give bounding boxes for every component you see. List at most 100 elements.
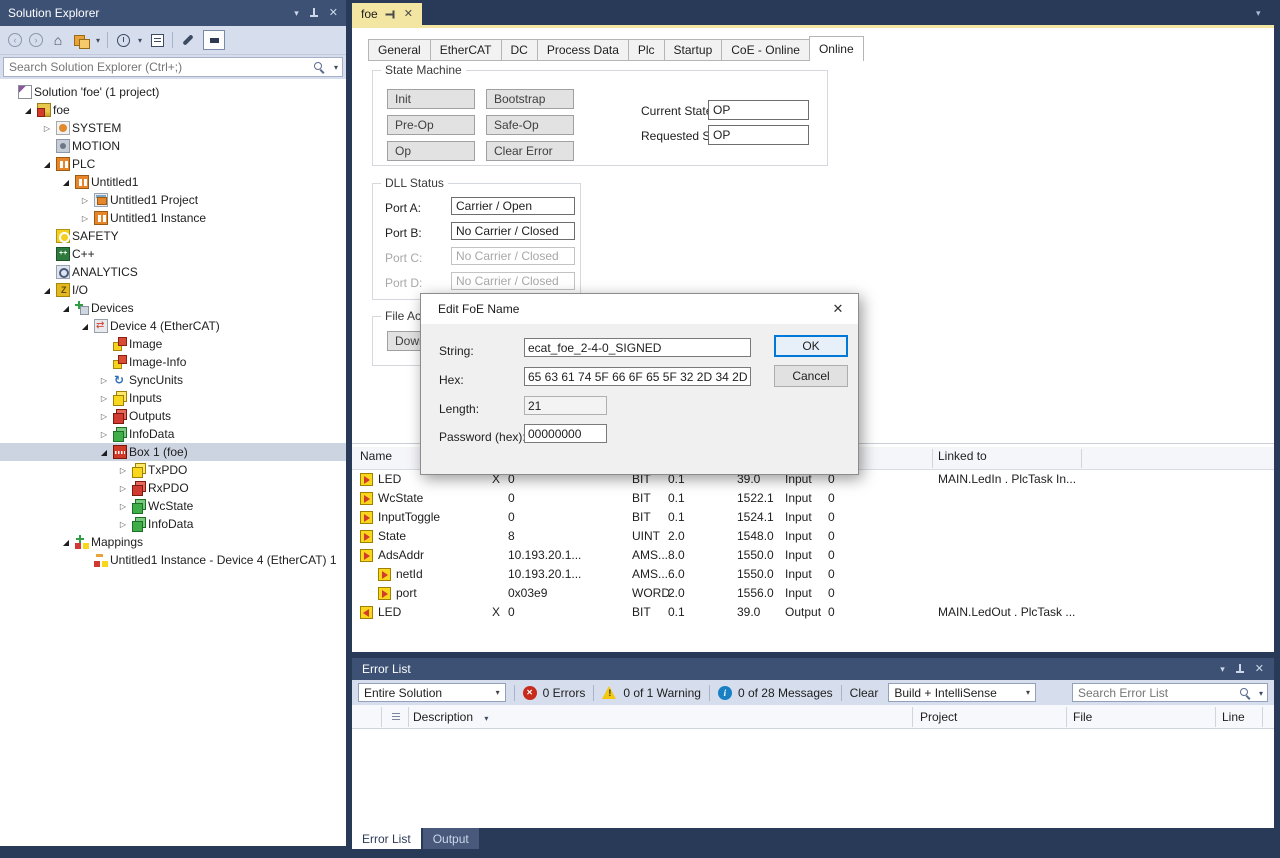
expander-icon[interactable]: ▷ (97, 430, 111, 439)
search-input[interactable] (3, 57, 343, 77)
tree-item-i-o[interactable]: ◢I/O (0, 281, 346, 299)
document-tab-foe[interactable]: foe ✕ (352, 3, 422, 25)
dropdown-icon[interactable]: ▾ (138, 36, 142, 45)
tree-item-outputs[interactable]: ▷Outputs (0, 407, 346, 425)
tree-item-image-info[interactable]: Image-Info (0, 353, 346, 371)
column-line[interactable]: Line (1222, 705, 1245, 729)
expander-icon[interactable]: ▷ (97, 394, 111, 403)
close-icon[interactable]: ✕ (404, 9, 413, 20)
cancel-button[interactable]: Cancel (774, 365, 848, 387)
column-linked-to[interactable]: Linked to (938, 447, 987, 466)
close-icon[interactable]: ✕ (826, 299, 850, 319)
variable-row-adsaddr[interactable]: AdsAddr10.193.20.1...AMS...8.01550.0Inpu… (352, 546, 1274, 565)
expander-icon[interactable]: ◢ (59, 178, 73, 187)
build-filter-combo[interactable]: Build + IntelliSense▾ (888, 683, 1036, 702)
columns-icon[interactable] (392, 713, 400, 720)
close-icon[interactable]: ✕ (329, 8, 338, 19)
hex-field[interactable] (524, 367, 751, 386)
tree-item-plc[interactable]: ◢PLC (0, 155, 346, 173)
tab-plc[interactable]: Plc (629, 39, 665, 61)
forward-icon[interactable]: › (29, 33, 43, 47)
tree-item-c[interactable]: C++ (0, 245, 346, 263)
expander-icon[interactable]: ▷ (97, 376, 111, 385)
bottom-tab-output[interactable]: Output (423, 828, 479, 849)
expander-icon[interactable]: ◢ (59, 304, 73, 313)
tree-item-foe[interactable]: ◢foe (0, 101, 346, 119)
search-icon[interactable] (313, 61, 324, 72)
expander-icon[interactable]: ▷ (116, 502, 130, 511)
tree-item-untitled1-project[interactable]: ▷Untitled1 Project (0, 191, 346, 209)
expander-icon[interactable]: ◢ (40, 160, 54, 169)
tree-item-analytics[interactable]: ANALYTICS (0, 263, 346, 281)
password-field[interactable] (524, 424, 607, 443)
length-field[interactable] (524, 396, 607, 415)
expander-icon[interactable]: ▷ (78, 196, 92, 205)
tree-item-untitled1-instance-device-4-ethercat-1[interactable]: Untitled1 Instance - Device 4 (EtherCAT)… (0, 551, 346, 569)
column-separator[interactable] (1081, 449, 1082, 468)
pin-icon[interactable] (385, 9, 396, 19)
messages-toggle[interactable]: i 0 of 28 Messages (718, 686, 833, 700)
errors-toggle[interactable]: ✕ 0 Errors (523, 686, 586, 700)
tree-item-box-1-foe[interactable]: ◢Box 1 (foe) (0, 443, 346, 461)
dialog-titlebar[interactable]: Edit FoE Name (421, 294, 858, 324)
variable-row-wcstate[interactable]: WcState0BIT0.11522.1Input0 (352, 489, 1274, 508)
tree-item-motion[interactable]: MOTION (0, 137, 346, 155)
tree-item-infodata[interactable]: ▷InfoData (0, 425, 346, 443)
column-name[interactable]: Name (360, 447, 392, 466)
close-icon[interactable]: ✕ (1255, 664, 1264, 675)
dropdown-icon[interactable]: ▾ (334, 63, 338, 72)
tree-item-untitled1[interactable]: ◢Untitled1 (0, 173, 346, 191)
variable-row-port[interactable]: port0x03e9WORD2.01556.0Input0 (352, 584, 1274, 603)
column-separator[interactable] (932, 449, 933, 468)
tree-item-wcstate[interactable]: ▷WcState (0, 497, 346, 515)
expander-icon[interactable]: ▷ (116, 520, 130, 529)
properties-icon[interactable] (182, 34, 193, 45)
column-description[interactable]: Description ▾ (413, 705, 488, 731)
tree-item-image[interactable]: Image (0, 335, 346, 353)
op-button[interactable]: Op (387, 141, 475, 161)
warnings-toggle[interactable]: 0 of 1 Warning (602, 686, 701, 700)
scope-filter-combo[interactable]: Entire Solution▾ (358, 683, 506, 702)
expander-icon[interactable]: ◢ (21, 106, 35, 115)
tab-coe-online[interactable]: CoE - Online (722, 39, 810, 61)
tree-item-safety[interactable]: SAFETY (0, 227, 346, 245)
dropdown-icon[interactable]: ▾ (1259, 689, 1263, 698)
variable-row-led[interactable]: LEDX0BIT0.139.0Output0MAIN.LedOut . PlcT… (352, 603, 1274, 622)
requested-state-field[interactable]: OP (708, 125, 809, 145)
current-state-field[interactable]: OP (708, 100, 809, 120)
variable-row-netid[interactable]: netId10.193.20.1...AMS...6.01550.0Input0 (352, 565, 1274, 584)
expander-icon[interactable]: ▷ (40, 124, 54, 133)
tree-item-txpdo[interactable]: ▷TxPDO (0, 461, 346, 479)
expander-icon[interactable]: ▷ (78, 214, 92, 223)
pre-op-button[interactable]: Pre-Op (387, 115, 475, 135)
search-icon[interactable] (1239, 687, 1250, 698)
tab-process-data[interactable]: Process Data (538, 39, 629, 61)
variable-row-state[interactable]: State8UINT2.01548.0Input0 (352, 527, 1274, 546)
expander-icon[interactable]: ◢ (59, 538, 73, 547)
safe-op-button[interactable]: Safe-Op (486, 115, 574, 135)
expander-icon[interactable]: ◢ (78, 322, 92, 331)
pending-filter-icon[interactable] (117, 34, 130, 47)
collapse-all-icon[interactable] (151, 34, 164, 47)
preview-selected-items-icon[interactable] (203, 30, 225, 50)
expander-icon[interactable]: ◢ (97, 448, 111, 457)
pin-icon[interactable] (1235, 664, 1245, 675)
port-status-field[interactable]: Carrier / Open (451, 197, 575, 215)
document-well-dropdown-icon[interactable]: ▾ (1256, 8, 1261, 19)
pin-icon[interactable] (309, 8, 319, 19)
tab-online[interactable]: Online (809, 36, 864, 61)
column-project[interactable]: Project (920, 705, 957, 729)
chevron-down-icon[interactable]: ▾ (484, 714, 488, 723)
dropdown-icon[interactable]: ▾ (96, 36, 100, 45)
tree-item-system[interactable]: ▷SYSTEM (0, 119, 346, 137)
tree-item-rxpdo[interactable]: ▷RxPDO (0, 479, 346, 497)
chevron-down-icon[interactable]: ▾ (1220, 664, 1225, 674)
back-icon[interactable]: ‹ (8, 33, 22, 47)
tab-dc[interactable]: DC (502, 39, 538, 61)
tree-item-infodata[interactable]: ▷InfoData (0, 515, 346, 533)
tree-item-untitled1-instance[interactable]: ▷Untitled1 Instance (0, 209, 346, 227)
clear-error-button[interactable]: Clear Error (486, 141, 574, 161)
ok-button[interactable]: OK (774, 335, 848, 357)
tab-ethercat[interactable]: EtherCAT (431, 39, 502, 61)
tree-item-syncunits[interactable]: ▷SyncUnits (0, 371, 346, 389)
